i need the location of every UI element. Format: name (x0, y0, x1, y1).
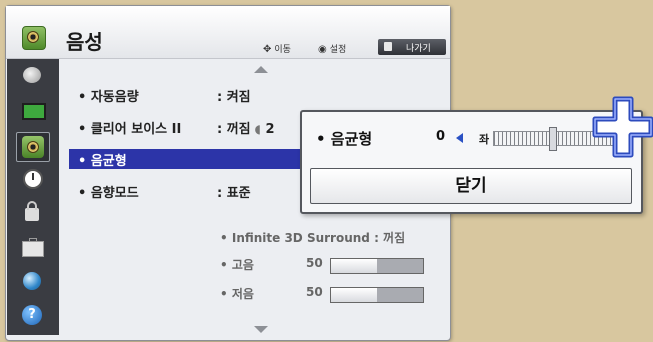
ok-icon: ◉ (318, 44, 327, 55)
scroll-up-icon[interactable] (254, 66, 268, 73)
move-hint-label: 이동 (274, 45, 291, 55)
sidebar-item-time[interactable] (20, 167, 44, 191)
left-arrow-icon[interactable] (456, 133, 463, 143)
bass-slider[interactable] (330, 287, 424, 303)
menu-item-value: : 켜짐 (217, 90, 251, 105)
sidebar: ? (7, 59, 59, 335)
bass-slider-fill (331, 288, 377, 302)
submenu-item-surround[interactable]: • Infinite 3D Surround : 꺼짐 (220, 229, 405, 247)
set-hint: ◉ 설정 (318, 42, 346, 55)
lock-icon (25, 201, 39, 221)
bass-value: 50 (306, 285, 323, 299)
treble-slider-fill (331, 259, 377, 273)
submenu-item-label: • 저음 (220, 287, 254, 301)
globe-icon (23, 272, 41, 290)
clock-icon (23, 169, 43, 189)
exit-icon (384, 42, 392, 51)
sidebar-item-option[interactable] (20, 235, 44, 259)
submenu-item-bass[interactable]: • 저음 50 (220, 285, 440, 303)
speaker-icon (22, 26, 46, 50)
balance-left-label: 좌 (479, 133, 490, 146)
close-button[interactable]: 닫기 (310, 168, 632, 204)
menu-item-label: • 음향모드 (78, 186, 139, 201)
menu-item-label: • 클리어 보이스 II (78, 122, 182, 137)
speaker-icon (22, 136, 44, 158)
satellite-icon (23, 67, 41, 83)
help-icon: ? (22, 305, 42, 325)
menu-item-label: • 자동음량 (78, 90, 139, 105)
sidebar-item-channel[interactable] (20, 65, 44, 89)
tv-icon (22, 103, 46, 120)
balance-value: 0 (436, 129, 446, 144)
submenu-item-label: • Infinite 3D Surround : 꺼짐 (220, 231, 406, 245)
treble-value: 50 (306, 256, 323, 270)
scroll-down-icon[interactable] (254, 326, 268, 333)
clear-voice-status: : 꺼짐 (217, 122, 251, 137)
set-hint-label: 설정 (329, 45, 347, 55)
menu-item-label: • 음균형 (78, 154, 127, 169)
move-hint: ✥ 이동 (263, 42, 291, 55)
submenu-item-label: • 고음 (220, 258, 254, 272)
sidebar-item-network[interactable] (20, 269, 44, 293)
exit-button[interactable]: 나가기 (378, 39, 446, 55)
submenu-item-treble[interactable]: • 고음 50 (220, 256, 440, 274)
menu-item-auto-volume[interactable]: • 자동음량 : 켜짐 (69, 85, 448, 105)
treble-slider[interactable] (330, 258, 424, 274)
sidebar-item-picture[interactable] (20, 99, 46, 123)
exit-button-label: 나가기 (406, 44, 431, 54)
balance-slider-handle[interactable] (549, 127, 557, 151)
dpad-icon: ✥ (263, 44, 272, 55)
voice-icon: ◖ (254, 122, 261, 136)
sidebar-item-lock[interactable] (20, 201, 44, 225)
popup-title: • 음균형 (316, 130, 373, 148)
briefcase-icon (22, 238, 44, 257)
panel-header: 음성 ✥ 이동 ◉ 설정 나가기 (6, 6, 450, 59)
menu-item-value: : 꺼짐 ◖ 2 (217, 118, 275, 137)
page-title: 음성 (66, 30, 103, 54)
pointer-cursor-icon (592, 96, 653, 158)
sidebar-item-sound[interactable] (16, 132, 50, 162)
menu-item-value: : 표준 (217, 186, 251, 201)
sidebar-item-help[interactable]: ? (20, 303, 44, 327)
clear-voice-level: 2 (265, 122, 275, 137)
